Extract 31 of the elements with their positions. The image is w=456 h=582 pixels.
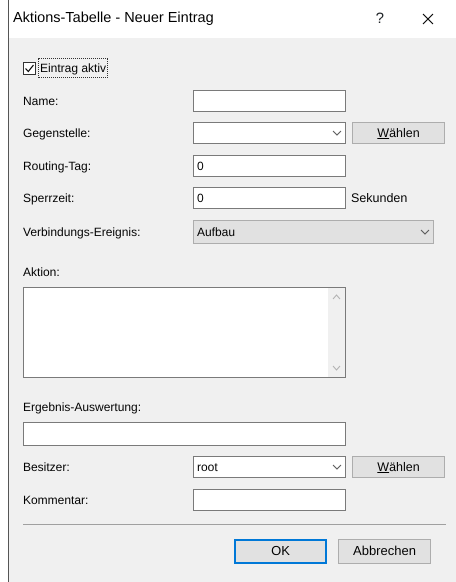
text-field[interactable]: [193, 90, 346, 112]
field-label: Kommentar:: [23, 492, 90, 508]
text-field[interactable]: 0: [193, 187, 346, 209]
text-area[interactable]: [23, 287, 346, 378]
close-icon[interactable]: [422, 13, 434, 25]
help-button[interactable]: ?: [376, 8, 384, 30]
checkbox-label: Eintrag aktiv: [38, 58, 108, 78]
combo-box[interactable]: [193, 122, 346, 144]
chevron-down-icon[interactable]: [420, 228, 430, 234]
unit-label: Sekunden: [351, 190, 408, 207]
select-button[interactable]: Wählen: [352, 456, 445, 478]
field-label: Name:: [23, 92, 60, 110]
field-label: Ergebnis-Auswertung:: [23, 398, 142, 416]
dropdown[interactable]: Aufbau: [193, 220, 434, 244]
window-title: Aktions-Tabelle - Neuer Eintrag: [13, 9, 214, 28]
select-button[interactable]: Wählen: [352, 122, 445, 144]
field-label: Verbindungs-Ereignis:: [23, 224, 142, 240]
field-label: Gegenstelle:: [23, 125, 92, 142]
field-label: Aktion:: [23, 264, 61, 281]
checkbox[interactable]: [23, 62, 36, 74]
text-field[interactable]: 0: [193, 154, 346, 176]
text-field[interactable]: [23, 422, 346, 446]
field-label: Sperrzeit:: [23, 190, 76, 207]
chevron-down-icon[interactable]: [332, 130, 342, 136]
combo-box[interactable]: root: [193, 456, 346, 478]
field-label: Routing-Tag:: [23, 158, 92, 174]
chevron-down-icon[interactable]: [332, 464, 342, 470]
text-field[interactable]: [193, 488, 346, 510]
ok-button[interactable]: OK: [234, 538, 327, 564]
field-label: Besitzer:: [23, 459, 71, 476]
cancel-button[interactable]: Abbrechen: [338, 538, 431, 564]
